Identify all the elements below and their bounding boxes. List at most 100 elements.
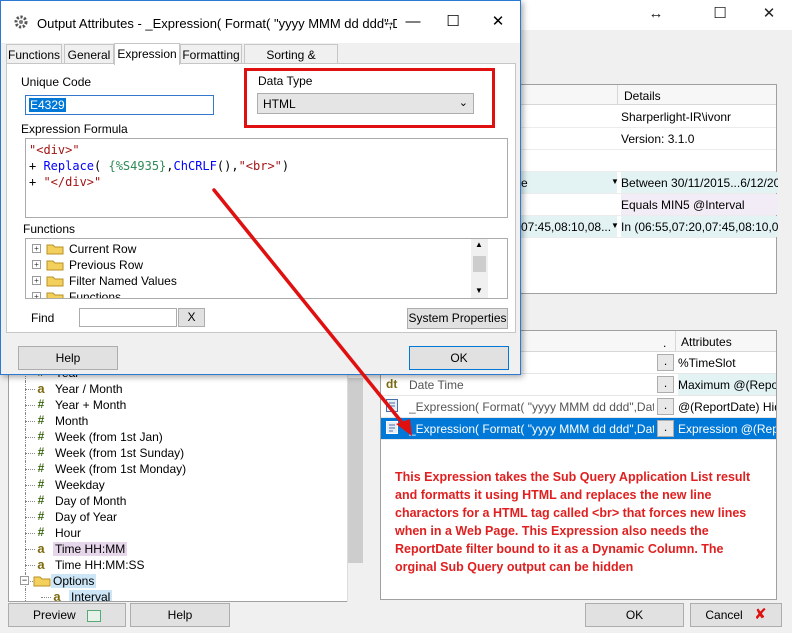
expand-icon[interactable]: +	[32, 276, 41, 285]
tree-scrollbar-thumb[interactable]	[348, 378, 363, 563]
output-row-selected[interactable]: _Expression( Format( "yyyy MMM dd ddd",D…	[381, 418, 776, 440]
help-button[interactable]: Help	[130, 603, 230, 627]
tab-expression[interactable]: Expression	[114, 43, 180, 65]
dialog-titlebar[interactable]: Output Attributes - _Expression( Format(…	[1, 1, 520, 43]
unique-code-label: Unique Code	[21, 75, 92, 89]
close-button[interactable]: ✕	[486, 13, 510, 31]
tab-general[interactable]: General	[64, 44, 114, 64]
tree-item[interactable]: − Options	[9, 573, 349, 589]
formula-line: + "</div>"	[29, 175, 102, 189]
tree-item-label: Options	[51, 574, 97, 588]
tree-item-label: Hour	[55, 526, 82, 540]
tree-item[interactable]: # Day of Month	[9, 493, 349, 509]
output-row[interactable]: _Expression( Format( "yyyy MMM dd ddd",D…	[381, 396, 776, 418]
row-ellipsis-button[interactable]: .	[657, 398, 674, 415]
filter-row[interactable]: 07:45,08:10,08... ▼ In (06:55,07:20,07:4…	[521, 216, 778, 238]
tab-functions[interactable]: Functions	[6, 44, 62, 64]
row-ellipsis-button[interactable]: .	[657, 354, 674, 371]
text-field-icon: a	[53, 589, 61, 602]
row-ellipsis-button[interactable]: .	[657, 420, 674, 437]
tree-item-label: Week (from 1st Jan)	[55, 430, 163, 444]
tree-item[interactable]: # Week (from 1st Sunday)	[9, 445, 349, 461]
tree-item-label: Interval	[69, 590, 113, 602]
collapse-icon[interactable]: −	[20, 576, 29, 585]
filter-cell	[521, 106, 617, 127]
tab-sorting-grouping[interactable]: Sorting & Grouping	[244, 44, 338, 76]
filter-cell: e	[521, 172, 617, 193]
expand-icon[interactable]: +	[32, 292, 41, 298]
formula-line: "<div>"	[29, 143, 80, 157]
output-name: _Expression( Format( "yyyy MMM dd ddd",D…	[409, 422, 654, 436]
tree-item[interactable]: # Month	[9, 413, 349, 429]
cancel-button[interactable]: Cancel ✘	[690, 603, 782, 627]
filter-row[interactable]	[521, 150, 776, 172]
close-button[interactable]: ✕	[757, 4, 781, 24]
expression-icon	[386, 399, 400, 414]
scroll-up-icon[interactable]: ▲	[475, 240, 483, 249]
filter-cell: Version: 3.1.0	[621, 132, 695, 146]
tree-item[interactable]: # Week (from 1st Jan)	[9, 429, 349, 445]
scroll-down-icon[interactable]: ▼	[475, 286, 483, 295]
maximize-button[interactable]: ☐	[708, 4, 732, 24]
tree-item[interactable]: # Weekday	[9, 477, 349, 493]
details-column-header: Details	[624, 89, 661, 103]
expression-formula-editor[interactable]: "<div>" + Replace( {%S4935},ChCRLF(),"<b…	[25, 138, 508, 218]
filter-cell: Sharperlight-IR\ivonr	[621, 110, 732, 124]
functions-tree: + Current Row + Previous Row + Filter Na…	[25, 238, 508, 299]
data-type-select[interactable]: HTML ⌄	[257, 93, 474, 114]
header-dot: .	[663, 336, 667, 350]
tree-item[interactable]: # Week (from 1st Monday)	[9, 461, 349, 477]
filter-row[interactable]: e ▼ Between 30/11/2015...6/12/201	[521, 172, 778, 194]
folder-icon	[46, 244, 64, 255]
preview-button[interactable]: Preview	[8, 603, 126, 627]
tree-item[interactable]: a Time HH:MM	[9, 541, 349, 557]
functions-tree-label: Current Row	[69, 242, 137, 256]
expand-icon[interactable]: +	[32, 260, 41, 269]
tree-item-label: Year + Month	[55, 398, 127, 412]
output-attributes: @(ReportDate) Hidd	[678, 400, 777, 414]
tree-item[interactable]: # Day of Year	[9, 509, 349, 525]
output-row[interactable]: dt Date Time . Maximum @(ReportD	[381, 374, 776, 396]
tree-item[interactable]: a Year / Month	[9, 381, 349, 397]
help-button[interactable]: Help	[18, 346, 118, 370]
expand-icon[interactable]: +	[32, 244, 41, 253]
row-ellipsis-button[interactable]: .	[657, 376, 674, 393]
tree-item-label: Week (from 1st Monday)	[55, 462, 187, 476]
tree-item[interactable]: # Hour	[9, 525, 349, 541]
filter-row[interactable]: Equals MIN5 @Interval	[521, 194, 778, 216]
minimize-button[interactable]: —	[401, 13, 425, 31]
folder-icon	[46, 276, 64, 287]
folder-icon	[46, 292, 64, 298]
output-name: _Expression( Format( "yyyy MMM dd ddd",D…	[409, 400, 654, 414]
tree-item-label: Time HH:MM:SS	[55, 558, 145, 572]
unique-code-input[interactable]: E4329	[25, 95, 214, 115]
tree-item[interactable]: a Interval	[9, 589, 349, 602]
filter-grid: Details Sharperlight-IR\ivonr Version: 3…	[520, 84, 778, 294]
maximize-button[interactable]: ☐	[441, 13, 465, 31]
number-field-icon: #	[37, 525, 45, 539]
ok-button-label: OK	[625, 608, 644, 622]
dropdown-arrow-icon[interactable]: ▼	[611, 221, 619, 230]
tree-item[interactable]: # Year + Month	[9, 397, 349, 413]
number-field-icon: #	[37, 477, 45, 491]
tree-item[interactable]: a Time HH:MM:SS	[9, 557, 349, 573]
dialog-title: Output Attributes - _Expression( Format(…	[37, 16, 397, 31]
tree-item-label: Day of Year	[55, 510, 118, 524]
filter-row[interactable]: Sharperlight-IR\ivonr	[521, 106, 776, 128]
functions-label: Functions	[23, 222, 76, 236]
system-properties-button[interactable]: System Properties	[407, 308, 508, 329]
data-type-value: HTML	[263, 97, 296, 111]
find-input[interactable]	[79, 308, 177, 327]
datetime-icon: dt	[386, 377, 398, 391]
ok-button[interactable]: OK	[585, 603, 684, 627]
clear-find-button[interactable]: X	[178, 308, 205, 327]
filter-row[interactable]: Version: 3.1.0	[521, 128, 776, 150]
gear-icon	[14, 15, 28, 29]
tree-item-label: Day of Month	[55, 494, 127, 508]
functions-scrollbar-thumb[interactable]	[473, 256, 486, 272]
filter-cell: Between 30/11/2015...6/12/201	[621, 172, 778, 193]
tab-formatting[interactable]: Formatting	[180, 44, 242, 64]
ok-button[interactable]: OK	[409, 346, 509, 370]
dropdown-arrow-icon[interactable]: ▼	[611, 177, 619, 186]
output-attributes: %TimeSlot	[678, 356, 736, 370]
